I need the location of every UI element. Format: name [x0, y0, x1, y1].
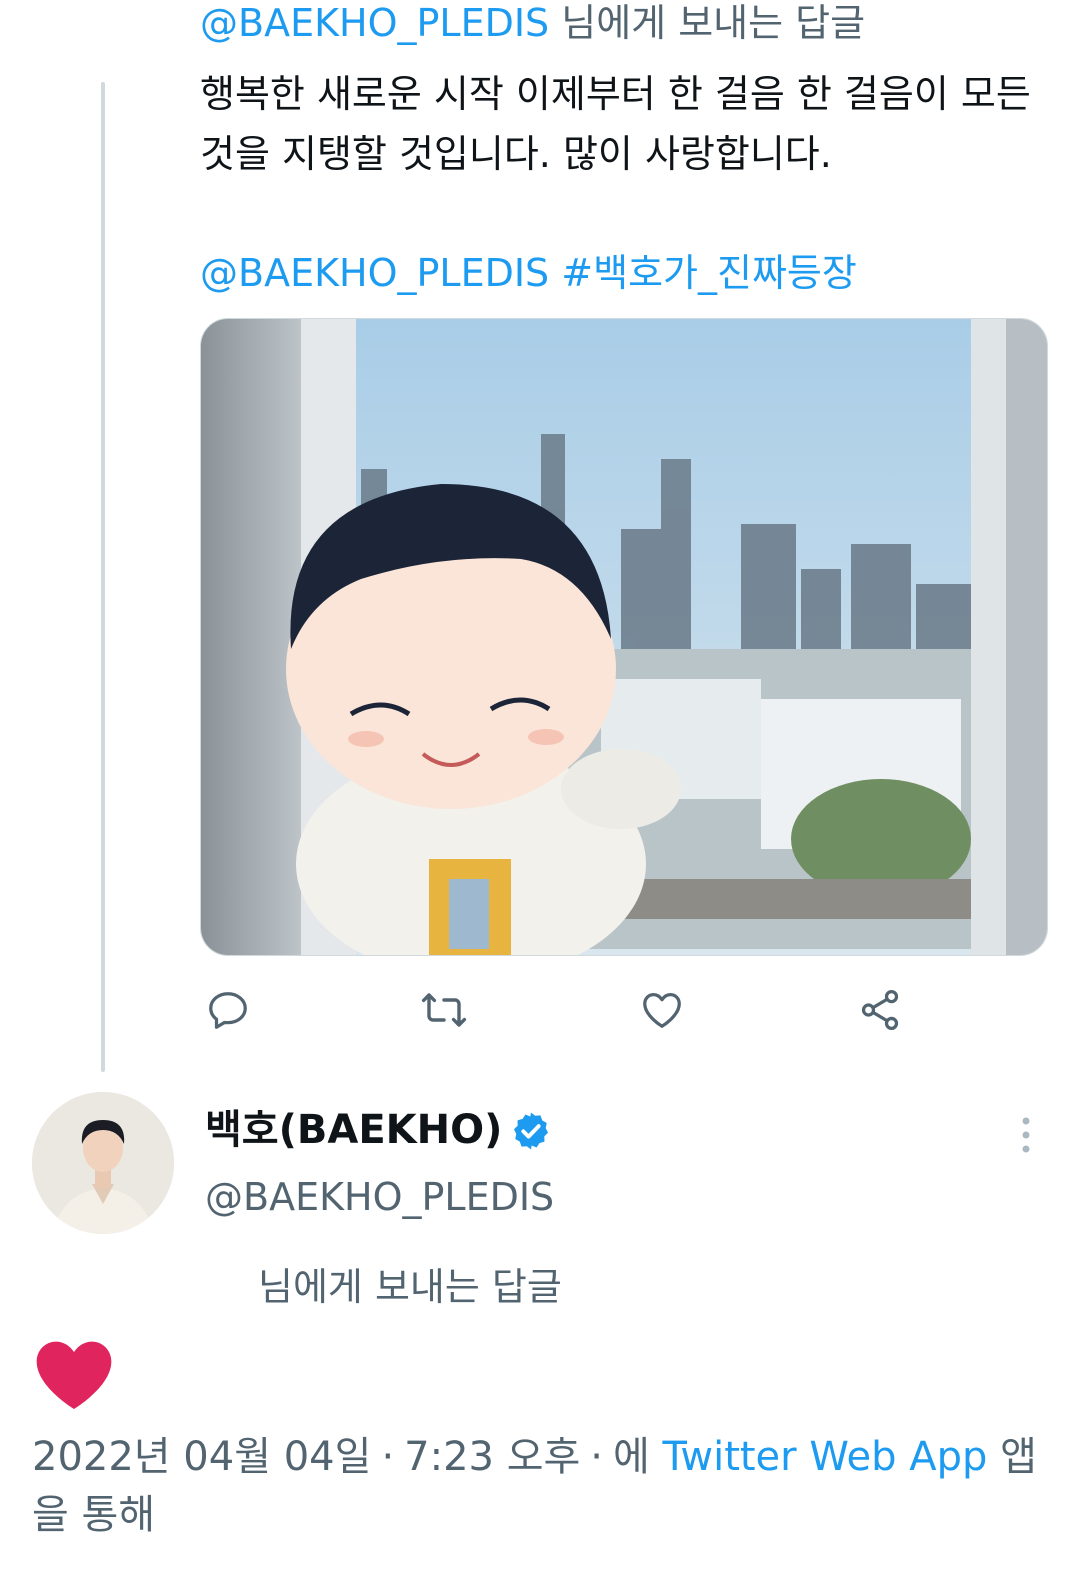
tweet-mention-hashtag-line: @BAEKHO_PLEDIS #백호가_진짜등장	[200, 248, 857, 298]
source-app-link[interactable]: Twitter Web App	[663, 1434, 988, 1480]
replying-to-header: @BAEKHO_PLEDIS 님에게 보내는 답글	[200, 0, 865, 46]
tweet-text-line-1: 행복한 새로운 시작 이제부터 한 걸음 한 걸음이 모든	[200, 72, 1031, 116]
share-button[interactable]	[852, 982, 908, 1038]
retweet-button[interactable]	[416, 982, 472, 1038]
author-handle[interactable]: @BAEKHO_PLEDIS	[205, 1172, 554, 1222]
tweet-action-bar	[200, 982, 920, 1038]
tweet-timestamp-meta: 2022년 04월 04일 · 7:23 오후 · 에 Twitter Web App …	[32, 1434, 1037, 1538]
tweet-mention-link[interactable]: @BAEKHO_PLEDIS	[200, 251, 549, 295]
tweet-hashtag-link[interactable]: #백호가_진짜등장	[561, 251, 857, 295]
tweet-text-line-2: 것을 지탱할 것입니다. 많이 사랑합니다.	[200, 132, 832, 176]
replying-to-mention-link[interactable]: @BAEKHO_PLEDIS	[200, 1, 549, 45]
avatar-photo	[32, 1092, 174, 1234]
author-avatar[interactable]	[32, 1092, 174, 1234]
like-icon	[643, 993, 681, 1028]
tweet-photo[interactable]	[200, 318, 1048, 956]
like-button[interactable]	[634, 982, 690, 1038]
tweet-body: 행복한 새로운 시작 이제부터 한 걸음 한 걸음이 모든 것을 지탱할 것입니…	[200, 64, 1040, 184]
liked-heart-icon[interactable]	[34, 1338, 114, 1412]
thread-connector-line	[101, 82, 105, 1072]
tweet-time: 7:23 오후	[404, 1434, 581, 1480]
via-prefix: 에	[613, 1434, 650, 1480]
plush-doll-window-photo	[201, 319, 1047, 955]
author-display-name[interactable]: 백호(BAEKHO)	[205, 1104, 502, 1156]
share-icon	[861, 989, 899, 1031]
retweet-icon	[421, 993, 467, 1027]
replying-to-label: 님에게 보내는 답글	[549, 1, 866, 45]
vertical-ellipsis-icon	[1022, 1117, 1030, 1153]
verified-badge-icon	[514, 1112, 548, 1150]
reply-context-label: 님에게 보내는 답글	[258, 1265, 562, 1309]
more-options-button[interactable]	[1006, 1110, 1046, 1160]
reply-button[interactable]	[200, 982, 256, 1038]
reply-icon	[209, 992, 247, 1029]
tweet-date: 2022년 04월 04일	[32, 1434, 372, 1480]
